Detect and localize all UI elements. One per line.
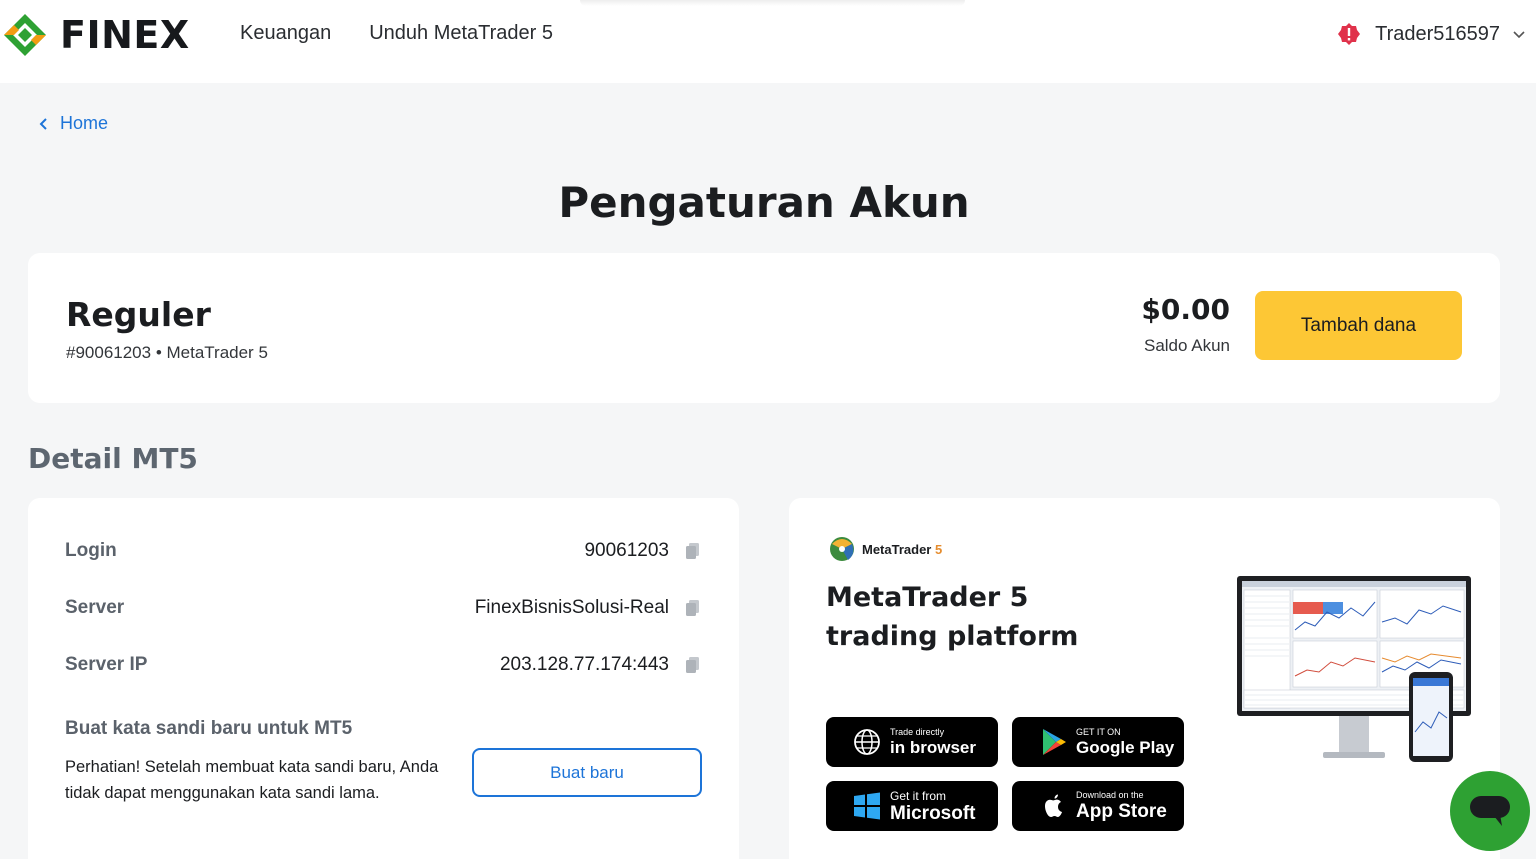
chevron-down-icon (1513, 31, 1525, 39)
username: Trader516597 (1375, 22, 1500, 45)
trade-in-browser-button[interactable]: Trade directly in browser (826, 717, 998, 767)
metatrader-heading: MetaTrader 5 trading platform (826, 578, 1078, 656)
detail-value: 90061203 (584, 540, 669, 561)
finex-logo[interactable]: FINEX (2, 12, 190, 58)
globe-icon (854, 729, 880, 755)
app-store-button[interactable]: Download on the App Store (1012, 781, 1184, 831)
detail-label: Server (65, 597, 125, 618)
detail-label: Login (65, 540, 117, 561)
google-play-icon (1043, 729, 1066, 755)
store-text: Get it from Microsoft (890, 790, 976, 823)
mt-brand-number: 5 (935, 541, 943, 557)
copy-icon[interactable] (685, 542, 701, 560)
mt-brand-name: MetaTrader (862, 541, 932, 557)
account-summary-card: Reguler #90061203 • MetaTrader 5 $0.00 S… (28, 253, 1500, 403)
apple-icon (1045, 794, 1062, 817)
create-new-password-button[interactable]: Buat baru (472, 748, 702, 797)
balance-label: Saldo Akun (1143, 336, 1230, 355)
detail-row-login: Login 90061203 (65, 536, 701, 566)
store-small-text: Download on the (1076, 790, 1144, 800)
breadcrumb-home[interactable]: Home (38, 113, 108, 134)
breadcrumb-label: Home (60, 113, 109, 133)
top-navigation-bar: FINEX Keuangan Unduh MetaTrader 5 Trader… (0, 0, 1536, 83)
platform-preview-image (1237, 576, 1471, 762)
store-big-text: Google Play (1076, 738, 1175, 757)
store-text: GET IT ON Google Play (1076, 727, 1175, 757)
microsoft-store-button[interactable]: Get it from Microsoft (826, 781, 998, 831)
copy-icon[interactable] (685, 656, 701, 674)
account-type: Reguler (66, 295, 211, 334)
page-title: Pengaturan Akun (558, 178, 970, 227)
store-small-text: GET IT ON (1076, 727, 1121, 737)
store-small-text: Get it from (890, 788, 947, 803)
store-text: Download on the App Store (1076, 790, 1167, 822)
brand-name: FINEX (60, 13, 190, 57)
heading-line-1: MetaTrader 5 (826, 582, 1029, 613)
section-title-mt5-details: Detail MT5 (28, 442, 198, 475)
detail-value: 203.128.77.174:443 (499, 654, 669, 675)
detail-label: Server IP (65, 654, 148, 675)
finex-logo-icon (4, 14, 46, 56)
store-big-text: in browser (890, 738, 976, 757)
metatrader-logo: MetaTrader 5 (826, 534, 942, 564)
warning-icon (1338, 23, 1361, 45)
account-subtitle: #90061203 • MetaTrader 5 (66, 343, 268, 362)
chat-launcher-button[interactable] (1450, 771, 1530, 851)
add-funds-button[interactable]: Tambah dana (1255, 291, 1462, 360)
balance-block: $0.00 Saldo Akun (1141, 293, 1230, 356)
metatrader-card: MetaTrader 5 MetaTrader 5 trading platfo… (789, 498, 1500, 859)
mt5-details-card: Login 90061203 Server FinexBisnisSolusi-… (28, 498, 739, 859)
store-text: Trade directly in browser (890, 727, 976, 757)
detail-row-server: Server FinexBisnisSolusi-Real (65, 593, 701, 623)
chat-icon (1470, 796, 1510, 826)
google-play-button[interactable]: GET IT ON Google Play (1012, 717, 1184, 767)
header-shadow (580, 0, 965, 6)
main-nav: Keuangan Unduh MetaTrader 5 (240, 22, 553, 45)
nav-item-keuangan[interactable]: Keuangan (240, 22, 331, 45)
metatrader-brand-text: MetaTrader 5 (862, 542, 942, 557)
windows-icon (854, 792, 880, 820)
nav-item-download-mt5[interactable]: Unduh MetaTrader 5 (369, 22, 553, 45)
user-menu[interactable]: Trader516597 (1337, 22, 1526, 46)
store-small-text: Trade directly (890, 727, 945, 737)
new-password-note: Perhatian! Setelah membuat kata sandi ba… (65, 758, 439, 802)
store-big-text: Microsoft (890, 802, 976, 824)
new-password-title: Buat kata sandi baru untuk MT5 (65, 718, 353, 739)
detail-value: FinexBisnisSolusi-Real (474, 597, 669, 618)
metatrader-logo-icon (830, 537, 854, 561)
copy-icon[interactable] (685, 599, 701, 617)
chevron-left-icon (39, 117, 47, 130)
detail-row-server-ip: Server IP 203.128.77.174:443 (65, 650, 701, 680)
store-big-text: App Store (1076, 801, 1167, 822)
balance-amount: $0.00 (1141, 293, 1230, 326)
heading-line-2: trading platform (826, 621, 1079, 652)
